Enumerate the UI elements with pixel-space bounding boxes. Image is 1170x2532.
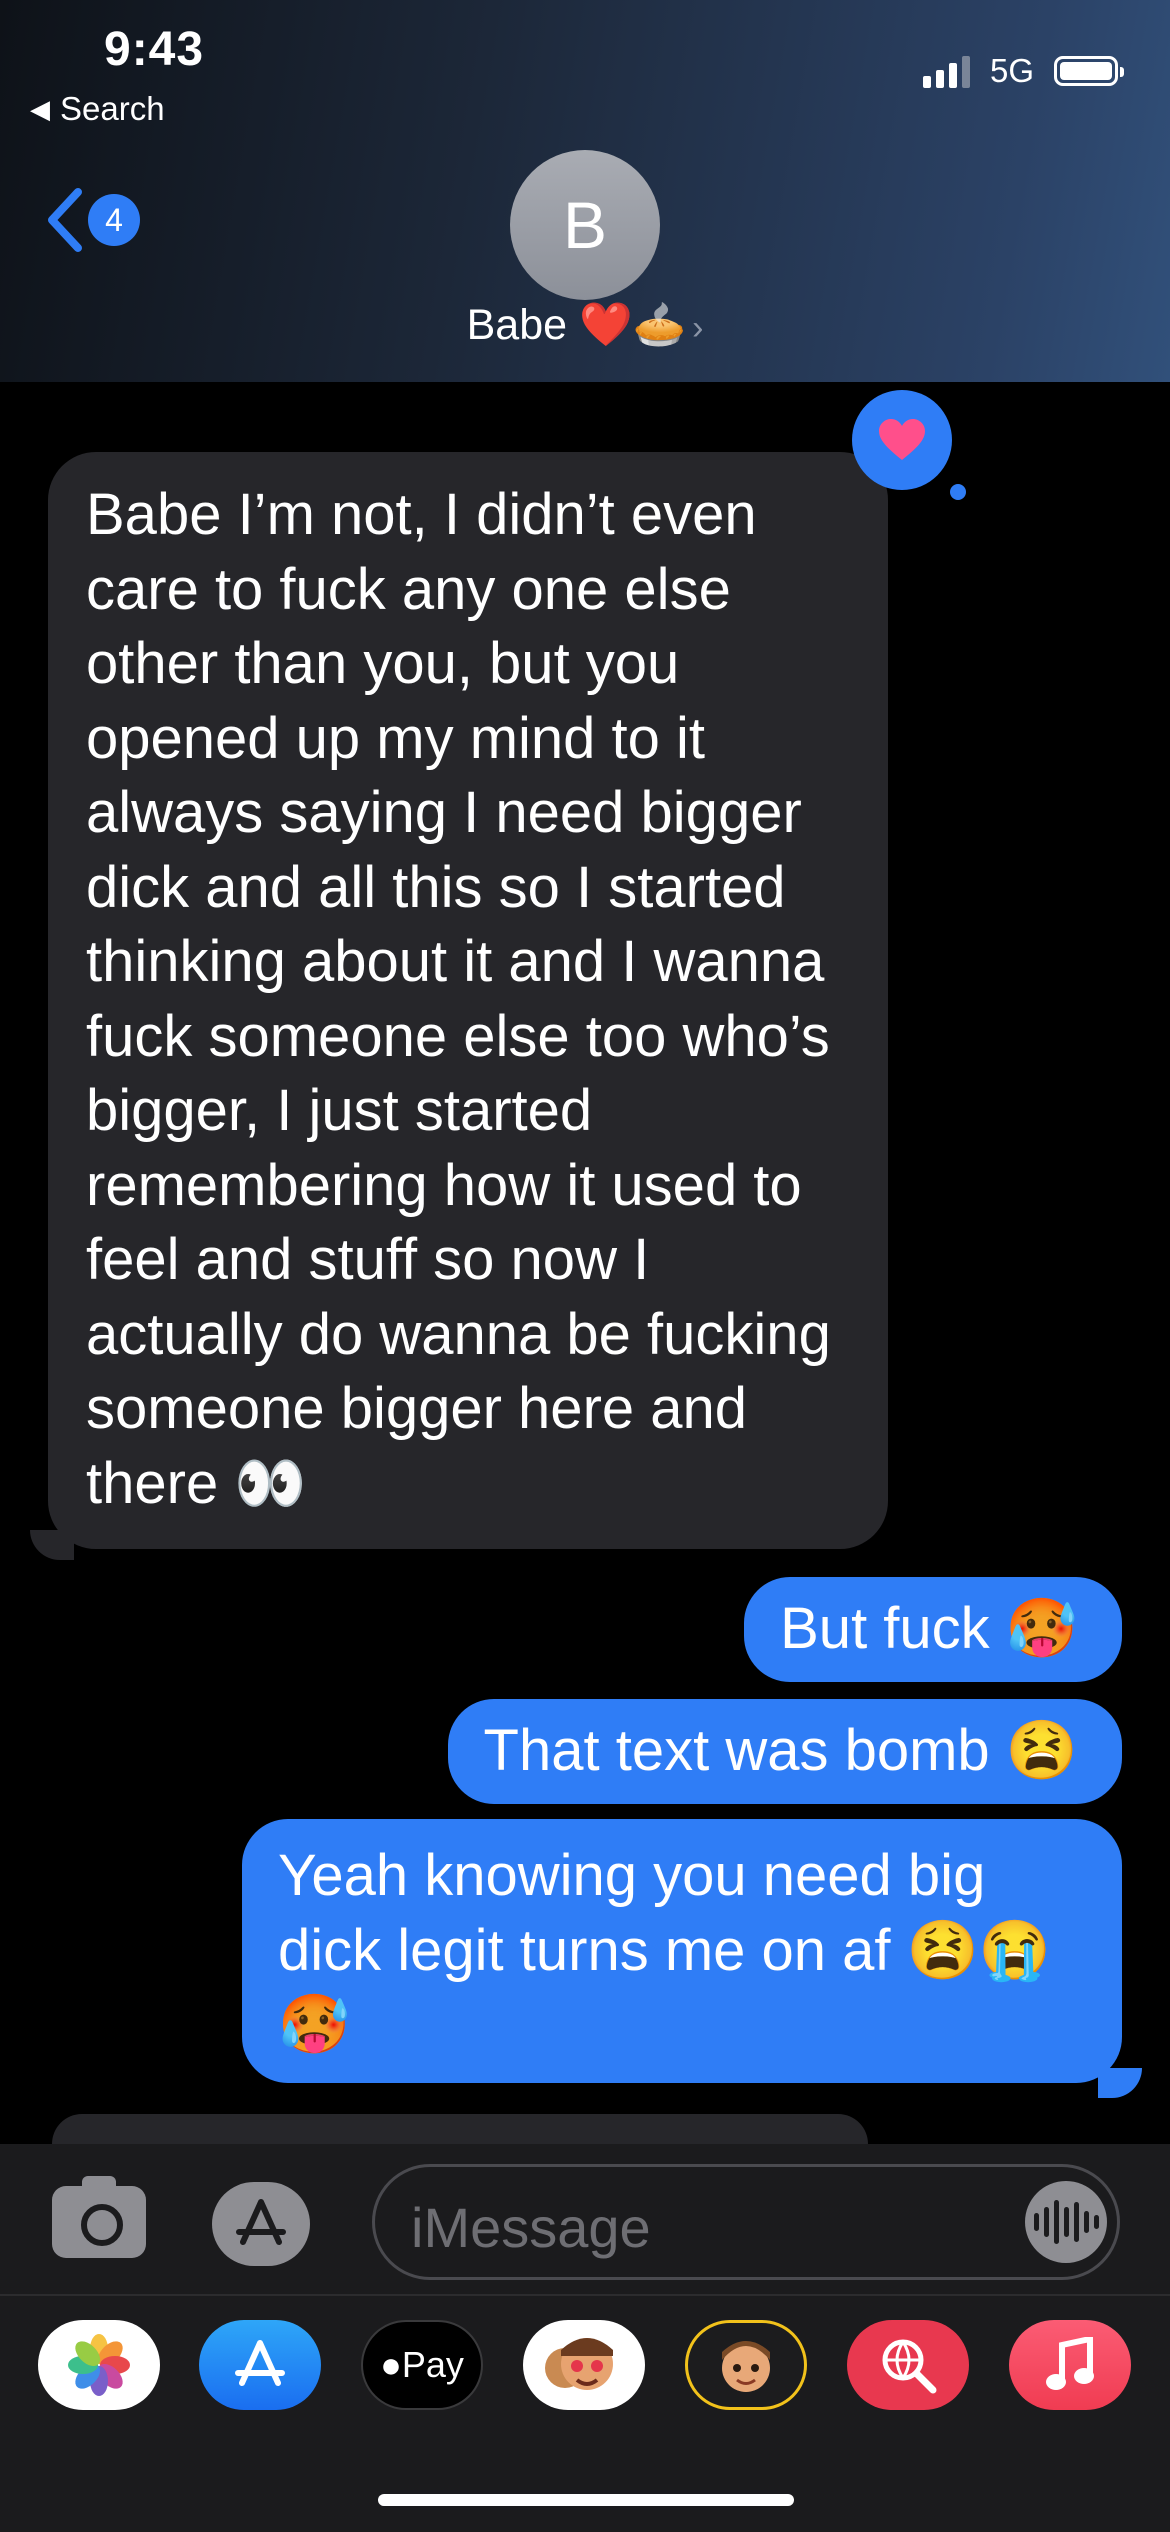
app-store-button[interactable] <box>212 2182 310 2266</box>
sent-message-bubble[interactable]: That text was bomb 😫 <box>447 1699 1122 1804</box>
contact-avatar[interactable]: B <box>510 150 660 300</box>
heart-tapback-icon[interactable] <box>852 390 952 490</box>
audio-message-icon[interactable] <box>1025 2181 1107 2263</box>
battery-icon <box>1054 56 1124 86</box>
avatar-initial: B <box>562 188 608 262</box>
sent-bubble-tail <box>1098 2068 1142 2098</box>
chevron-left-icon <box>48 188 82 252</box>
music-note-icon <box>1046 2337 1094 2390</box>
home-indicator[interactable] <box>378 2494 794 2506</box>
back-to-search-link[interactable]: ◀ Search <box>30 90 165 128</box>
back-app-label: Search <box>60 90 165 127</box>
tapback-tail-dot <box>950 484 966 500</box>
photos-flower-icon <box>68 2334 130 2396</box>
memoji-face-icon <box>722 2341 770 2392</box>
apps-icon <box>236 2199 286 2245</box>
sent-message-text: Yeah knowing you need big dick legit tur… <box>278 1843 1052 2057</box>
sent-message-text: But fuck 🥵 <box>780 1596 1078 1661</box>
chevron-right-icon: › <box>692 309 704 347</box>
contact-name-button[interactable]: Babe ❤️🥧 › <box>0 300 1170 350</box>
memoji-icon[interactable] <box>685 2320 807 2410</box>
heart-icon <box>879 419 925 460</box>
status-time: 9:43 <box>104 23 205 76</box>
sent-message-bubble[interactable]: But fuck 🥵 <box>744 1577 1122 1682</box>
unread-count-badge: 4 <box>88 194 140 246</box>
status-indicators: 5G <box>922 52 1124 90</box>
memoji-faces-icon <box>545 2338 613 2390</box>
camera-icon[interactable] <box>52 2176 146 2258</box>
sent-message-bubble[interactable]: Yeah knowing you need big dick legit tur… <box>242 1819 1122 2083</box>
apple-pay-label: Pay <box>401 2344 464 2385</box>
contact-name: Babe ❤️🥧 <box>466 301 687 349</box>
back-button[interactable]: 4 <box>44 188 140 252</box>
back-triangle-icon: ◀ <box>30 93 50 124</box>
app-store-glyph-icon <box>235 2340 285 2386</box>
input-placeholder: iMessage <box>411 2196 651 2259</box>
received-message-text: Babe I’m not, I didn’t even care to fuck… <box>86 482 831 1516</box>
globe-search-icon <box>882 2339 937 2394</box>
network-type: 5G <box>989 52 1034 89</box>
message-thread[interactable]: Babe I’m not, I didn’t even care to fuck… <box>0 382 1170 2144</box>
sent-message-text: That text was bomb 😫 <box>483 1718 1078 1783</box>
compose-bar: iMessage <box>0 2144 1170 2294</box>
music-icon[interactable] <box>1009 2320 1131 2410</box>
app-store-icon[interactable] <box>199 2320 321 2410</box>
received-message-bubble[interactable]: Babe I’m not, I didn’t even care to fuck… <box>48 452 888 1549</box>
photos-icon[interactable] <box>38 2320 160 2410</box>
cellular-signal-icon <box>922 54 970 88</box>
memoji-stickers-icon[interactable] <box>523 2320 645 2410</box>
web-search-icon[interactable] <box>847 2320 969 2410</box>
partial-received-bubble[interactable] <box>52 2114 868 2144</box>
imessage-input[interactable]: iMessage <box>372 2164 1120 2280</box>
received-bubble-tail <box>30 1530 74 1560</box>
app-drawer: ● Pay <box>0 2294 1170 2532</box>
apple-pay-icon[interactable]: ● Pay <box>361 2320 483 2410</box>
conversation-header: 9:43 ◀ Search 5G 4 B Babe ❤️🥧 › <box>0 0 1170 382</box>
apple-logo-icon: ● <box>380 2344 402 2385</box>
